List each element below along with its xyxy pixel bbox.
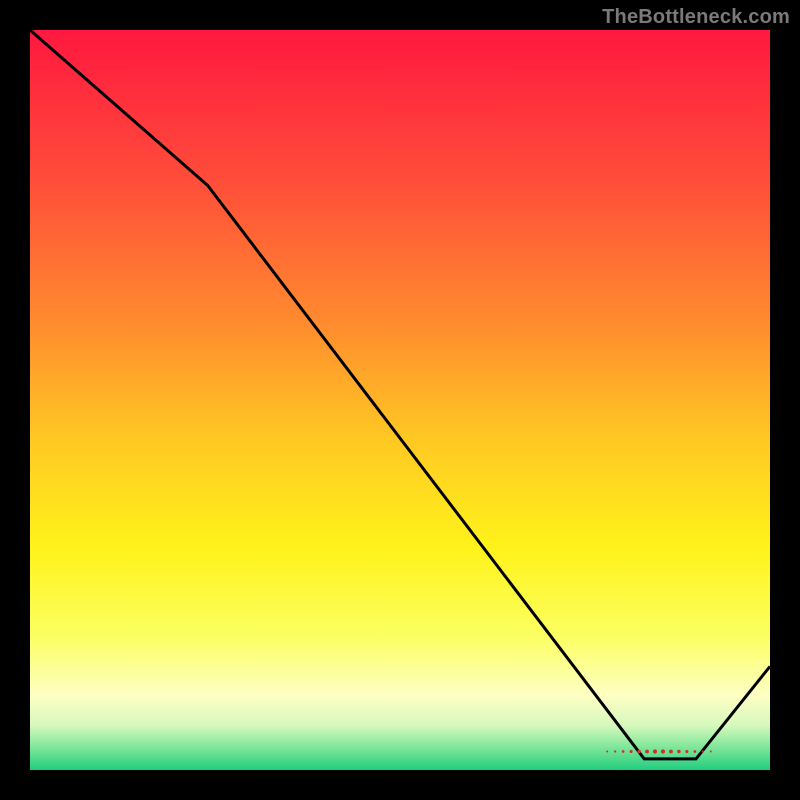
plot-area [30,30,770,770]
attribution-label: TheBottleneck.com [602,6,790,29]
gradient-background [30,30,770,770]
chart-outer-frame: TheBottleneck.com [0,0,800,800]
chart-svg [30,30,770,770]
